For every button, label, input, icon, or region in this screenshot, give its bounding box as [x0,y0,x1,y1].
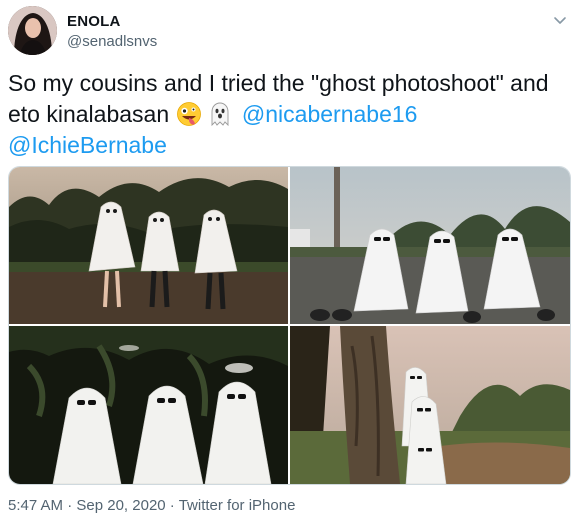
display-name[interactable]: ENOLA [67,13,121,30]
photo-1[interactable] [9,167,288,324]
photo-2[interactable] [290,167,570,324]
ghost-emoji-icon [206,101,234,127]
chevron-down-icon[interactable] [552,12,568,28]
photo-3[interactable] [9,326,288,484]
mention-link-1[interactable]: @nicabernabe16 [242,101,418,127]
photo-grid [8,166,571,485]
avatar[interactable] [8,6,57,55]
tweet-header: ENOLA @senadlsnvs [8,6,572,58]
user-handle[interactable]: @senadlsnvs [67,33,157,50]
tweet-date[interactable]: Sep 20, 2020 [76,497,165,514]
footer-separator: · [63,497,77,514]
zany-face-emoji-icon [176,101,204,127]
tweet-source[interactable]: Twitter for iPhone [179,497,296,514]
photo-4[interactable] [290,326,570,484]
mention-link-2[interactable]: @IchieBernabe [8,132,167,158]
footer-separator: · [165,497,179,514]
tweet-time[interactable]: 5:47 AM [8,497,63,514]
tweet-text: So my cousins and I tried the "ghost pho… [8,68,568,161]
tweet-footer: 5:47 AM · Sep 20, 2020 · Twitter for iPh… [8,497,295,514]
